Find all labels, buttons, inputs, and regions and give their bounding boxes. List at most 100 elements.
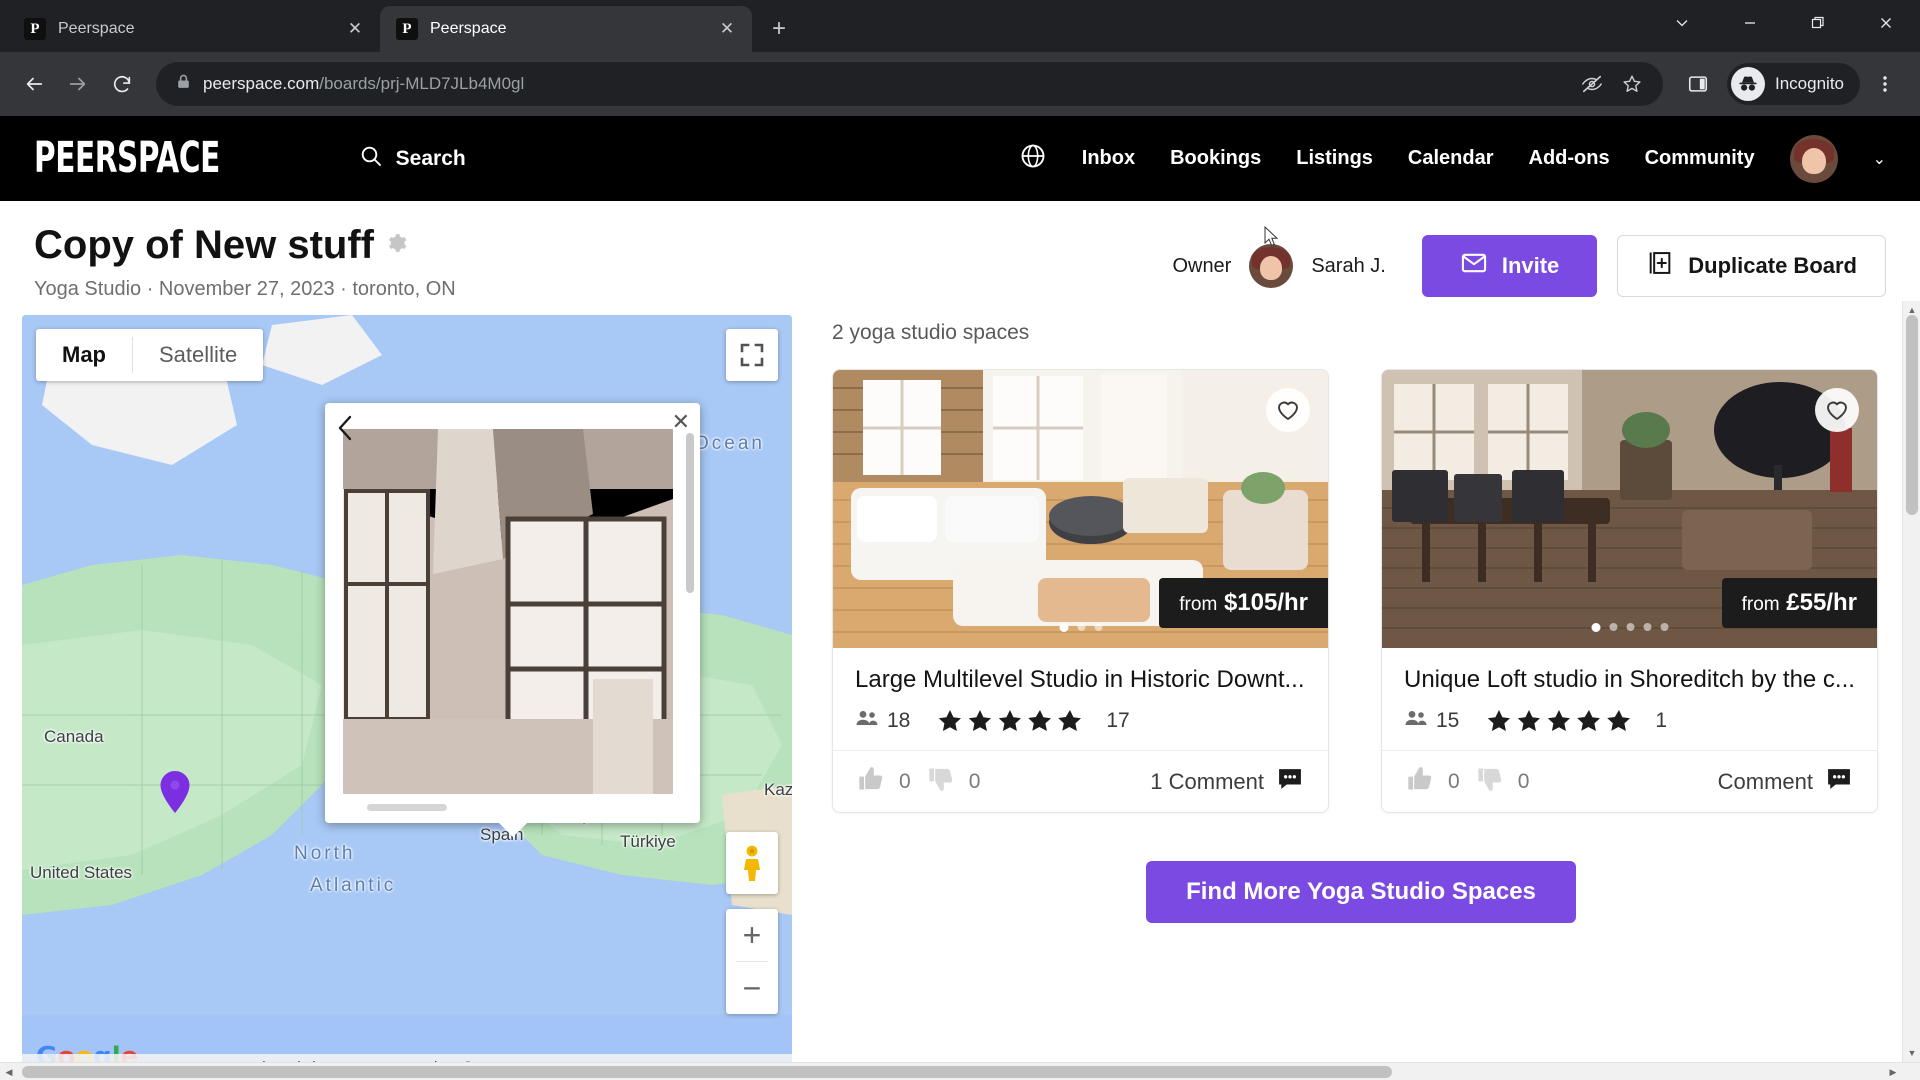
search-button[interactable]: Search xyxy=(359,144,466,173)
carousel-dot[interactable] xyxy=(1660,623,1668,631)
space-title[interactable]: Large Multilevel Studio in Historic Down… xyxy=(855,666,1306,694)
price-badge: from $105/hr xyxy=(1159,578,1328,628)
new-tab-button[interactable]: + xyxy=(762,12,796,46)
carousel-dots[interactable] xyxy=(1591,623,1668,632)
page-viewport: PEERSPACE Search Inbox Bookings Listings… xyxy=(0,116,1920,1080)
back-icon[interactable] xyxy=(14,64,54,104)
capacity-value: 15 xyxy=(1436,709,1460,732)
browser-tab-1[interactable]: P Peerspace ✕ xyxy=(8,6,380,52)
find-more-spaces-button[interactable]: Find More Yoga Studio Spaces xyxy=(1146,861,1576,923)
vertical-scrollbar[interactable]: ▲ ▼ xyxy=(1902,301,1920,1062)
board-subtitle: Yoga Studio · November 27, 2023 · toront… xyxy=(34,278,456,300)
capacity-value: 18 xyxy=(887,709,911,732)
downvote-group[interactable]: 0 xyxy=(1476,765,1529,798)
scroll-down-arrow[interactable]: ▼ xyxy=(1903,1044,1920,1062)
peerspace-logo[interactable]: PEERSPACE xyxy=(34,134,220,182)
horizontal-scrollbar[interactable]: ◀ ▶ xyxy=(0,1062,1920,1080)
chevron-down-icon[interactable] xyxy=(1648,0,1716,46)
thumbs-down-icon[interactable] xyxy=(927,765,955,798)
zoom-out-button[interactable]: − xyxy=(726,962,778,1014)
nav-item-add-ons[interactable]: Add-ons xyxy=(1529,147,1610,170)
carousel-dot[interactable] xyxy=(1626,623,1634,631)
tracking-blocked-icon[interactable] xyxy=(1575,67,1609,101)
space-card-footer: 0 0 Comment xyxy=(1382,750,1877,812)
space-title[interactable]: Unique Loft studio in Shoreditch by the … xyxy=(1404,666,1855,694)
profile-incognito-button[interactable]: Incognito xyxy=(1727,63,1860,105)
nav-item-bookings[interactable]: Bookings xyxy=(1170,147,1261,170)
thumbs-up-icon[interactable] xyxy=(1406,765,1434,798)
url-path: /boards/prj-MLD7JLb4M0gl xyxy=(319,74,525,93)
nav-item-community[interactable]: Community xyxy=(1645,147,1755,170)
scroll-left-arrow[interactable]: ◀ xyxy=(0,1063,18,1080)
owner-label: Owner xyxy=(1172,254,1232,277)
street-view-pegman-icon[interactable] xyxy=(726,832,778,894)
nav-item-inbox[interactable]: Inbox xyxy=(1082,147,1135,170)
heart-icon[interactable] xyxy=(1815,388,1859,432)
close-icon[interactable] xyxy=(1852,0,1920,46)
carousel-dot[interactable] xyxy=(1591,623,1600,632)
map-type-map[interactable]: Map xyxy=(36,329,132,381)
price-prefix: from xyxy=(1179,594,1218,615)
downvote-group[interactable]: 0 xyxy=(927,765,980,798)
carousel-dot[interactable] xyxy=(1609,623,1617,631)
globe-icon[interactable] xyxy=(1019,142,1047,175)
space-card[interactable]: from $105/hr Large Multilevel Studio in … xyxy=(832,369,1329,813)
comment-group[interactable]: Comment xyxy=(1718,767,1853,796)
carousel-dot[interactable] xyxy=(1059,623,1068,632)
comment-group[interactable]: 1 Comment xyxy=(1150,767,1304,796)
minimize-icon[interactable] xyxy=(1716,0,1784,46)
heart-icon[interactable] xyxy=(1266,388,1310,432)
carousel-dot[interactable] xyxy=(1643,623,1651,631)
carousel-dot[interactable] xyxy=(1077,623,1085,631)
comment-icon[interactable] xyxy=(1825,767,1853,796)
reload-icon[interactable] xyxy=(102,64,142,104)
upvote-group[interactable]: 0 xyxy=(1406,765,1460,798)
gear-icon[interactable] xyxy=(386,232,408,260)
upvote-group[interactable]: 0 xyxy=(857,765,911,798)
thumbs-down-icon[interactable] xyxy=(1476,765,1504,798)
side-panel-icon[interactable] xyxy=(1677,63,1719,105)
popup-drag-handle[interactable] xyxy=(367,804,447,811)
space-photo[interactable]: from $105/hr xyxy=(833,370,1328,648)
map-info-popup[interactable]: ✕ xyxy=(325,403,700,837)
browser-tab-2[interactable]: P Peerspace ✕ xyxy=(380,6,752,52)
carousel-dot[interactable] xyxy=(1094,623,1102,631)
zoom-in-button[interactable]: + xyxy=(726,909,778,961)
restore-icon[interactable] xyxy=(1784,0,1852,46)
more-menu-icon[interactable] xyxy=(1864,63,1906,105)
map-panel[interactable]: Canada United States North Atlantic Ocea… xyxy=(22,315,792,1080)
popup-scrollbar[interactable] xyxy=(686,433,694,593)
toronto-pin[interactable] xyxy=(158,770,192,814)
tab-close-icon[interactable]: ✕ xyxy=(714,16,740,42)
address-bar[interactable]: peerspace.com/boards/prj-MLD7JLb4M0gl xyxy=(156,62,1663,106)
user-avatar[interactable] xyxy=(1789,134,1838,183)
fullscreen-icon[interactable] xyxy=(726,329,778,381)
nav-item-listings[interactable]: Listings xyxy=(1296,147,1373,170)
page-title: Copy of New stuff xyxy=(34,223,1172,268)
owner-avatar[interactable] xyxy=(1249,244,1294,288)
map-type-satellite[interactable]: Satellite xyxy=(133,329,263,381)
space-photo[interactable]: from £55/hr xyxy=(1382,370,1877,648)
invite-button[interactable]: Invite xyxy=(1421,235,1598,297)
tab-close-icon[interactable]: ✕ xyxy=(342,16,368,42)
price-badge: from £55/hr xyxy=(1721,578,1877,628)
board-body: Canada United States North Atlantic Ocea… xyxy=(0,301,1920,1080)
vertical-scrollbar-thumb[interactable] xyxy=(1906,315,1918,515)
chevron-left-icon[interactable] xyxy=(333,413,359,450)
chevron-down-icon[interactable]: ⌄ xyxy=(1873,149,1886,169)
horizontal-scrollbar-thumb[interactable] xyxy=(22,1066,1392,1078)
space-card[interactable]: from £55/hr Unique Loft studio in Shored… xyxy=(1381,369,1878,813)
forward-icon[interactable] xyxy=(58,64,98,104)
search-icon xyxy=(359,144,383,173)
carousel-dots[interactable] xyxy=(1059,623,1102,632)
close-icon[interactable]: ✕ xyxy=(672,409,690,435)
spaces-count: 2 yoga studio spaces xyxy=(832,321,1030,344)
scroll-right-arrow[interactable]: ▶ xyxy=(1884,1063,1902,1080)
tab-favicon: P xyxy=(396,18,418,40)
comment-icon[interactable] xyxy=(1276,767,1304,796)
thumbs-up-icon[interactable] xyxy=(857,765,885,798)
duplicate-board-button[interactable]: Duplicate Board xyxy=(1617,235,1886,297)
people-icon xyxy=(1404,709,1428,733)
nav-item-calendar[interactable]: Calendar xyxy=(1408,147,1494,170)
bookmark-star-icon[interactable] xyxy=(1615,67,1649,101)
